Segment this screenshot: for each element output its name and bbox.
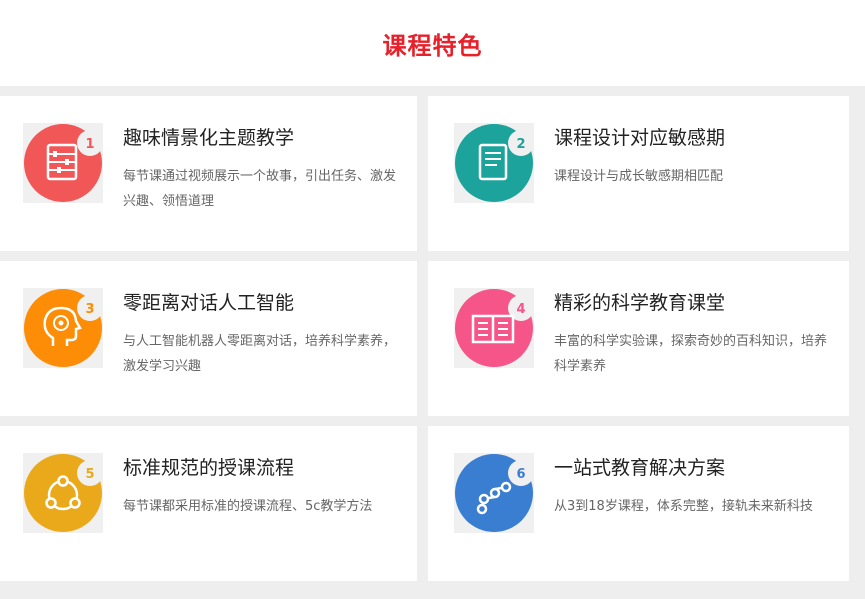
feature-description: 从3到18岁课程，体系完整，接轨未来新科技	[554, 499, 813, 514]
svg-text:5: 5	[85, 467, 94, 482]
feature-card-6: 6 一站式教育解决方案 从3到18岁课程，体系完整，接轨未来新科技	[428, 426, 849, 581]
feature-icon-box: 4	[454, 288, 534, 368]
feature-icon-box: 6	[454, 453, 534, 533]
feature-icon-box: 1	[23, 123, 103, 203]
feature-title: 精彩的科学教育课堂	[554, 292, 726, 314]
feature-title: 一站式教育解决方案	[554, 457, 726, 479]
feature-card-1: 1 趣味情景化主题教学 每节课通过视频展示一个故事，引出任务、激发兴趣、领悟道理	[0, 96, 417, 251]
feature-description: 与人工智能机器人零距离对话，培养科学素养，激发学习兴趣	[123, 334, 397, 374]
feature-title: 课程设计对应敏感期	[554, 127, 726, 149]
path-nodes-icon: 6	[455, 454, 534, 532]
feature-icon-box: 3	[23, 288, 103, 368]
feature-card-5: 5 标准规范的授课流程 每节课都采用标准的授课流程、5c教学方法	[0, 426, 417, 581]
svg-text:1: 1	[85, 137, 94, 152]
svg-text:4: 4	[516, 302, 525, 317]
section-title: 课程特色	[382, 31, 483, 60]
feature-card-3: 3 零距离对话人工智能 与人工智能机器人零距离对话，培养科学素养，激发学习兴趣	[0, 261, 417, 416]
feature-icon-box: 5	[23, 453, 103, 533]
section-header: 课程特色	[0, 0, 865, 86]
feature-description: 每节课都采用标准的授课流程、5c教学方法	[123, 499, 373, 514]
feature-card-2: 2 课程设计对应敏感期 课程设计与成长敏感期相匹配	[428, 96, 849, 251]
features-grid: 1 趣味情景化主题教学 每节课通过视频展示一个故事，引出任务、激发兴趣、领悟道理…	[0, 86, 865, 599]
open-book-icon: 4	[455, 289, 534, 367]
svg-text:3: 3	[85, 302, 94, 317]
feature-icon-box: 2	[454, 123, 534, 203]
feature-description: 每节课通过视频展示一个故事，引出任务、激发兴趣、领悟道理	[123, 169, 397, 209]
feature-title: 趣味情景化主题教学	[123, 127, 295, 149]
feature-card-4: 4 精彩的科学教育课堂 丰富的科学实验课，探索奇妙的百科知识，培养科学素养	[428, 261, 849, 416]
svg-text:2: 2	[516, 137, 525, 152]
feature-title: 标准规范的授课流程	[123, 457, 295, 479]
svg-text:6: 6	[516, 467, 525, 482]
cycle-icon: 5	[24, 454, 103, 532]
book-icon: 2	[455, 124, 534, 202]
feature-title: 零距离对话人工智能	[123, 292, 295, 314]
feature-description: 课程设计与成长敏感期相匹配	[554, 169, 724, 184]
head-brain-icon: 3	[24, 289, 103, 367]
abacus-icon: 1	[24, 124, 103, 202]
feature-description: 丰富的科学实验课，探索奇妙的百科知识，培养科学素养	[554, 334, 828, 374]
